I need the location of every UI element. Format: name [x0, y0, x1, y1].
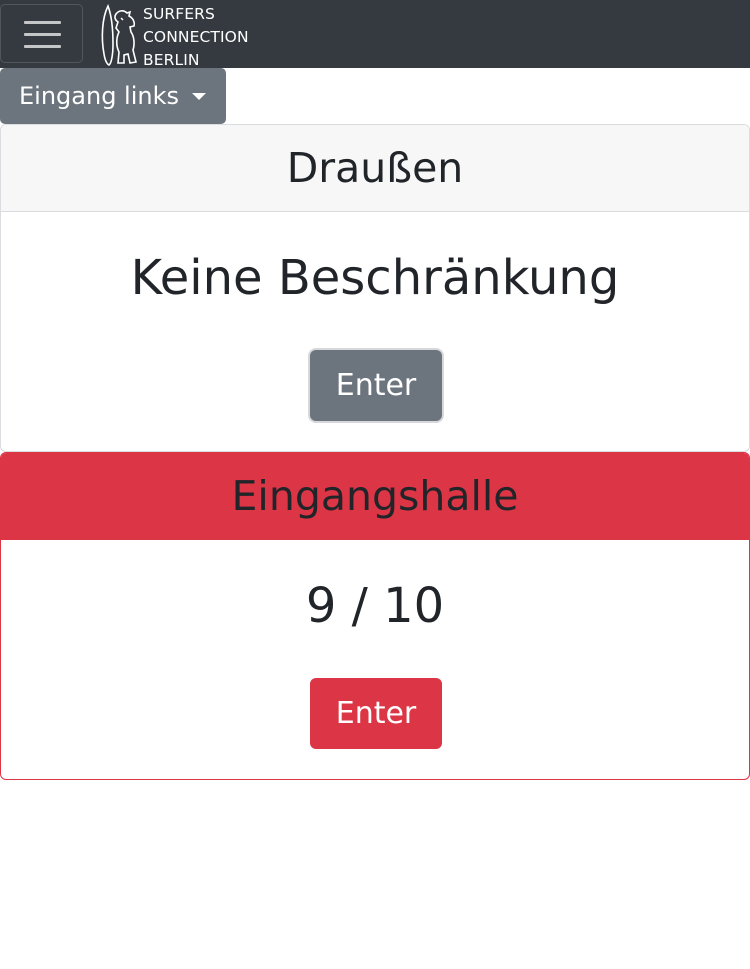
hamburger-icon [24, 21, 61, 24]
hamburger-icon-bar [24, 45, 61, 48]
brand-line-connection: CONNECTION [143, 28, 249, 46]
area-title: Draußen [1, 125, 749, 212]
brand-line-surfers: SURFERS [143, 5, 215, 23]
area-title: Eingangshalle [1, 453, 749, 540]
brand-logo[interactable]: SURFERS CONNECTION BERLIN [99, 4, 254, 69]
entrance-dropdown-button[interactable]: Eingang links [0, 68, 226, 124]
bear-surfboard-logo [101, 4, 137, 66]
area-capacity: 9 / 10 [305, 578, 445, 634]
caret-down-icon [192, 93, 206, 100]
menu-toggle-button[interactable] [0, 4, 83, 63]
brand-name: SURFERS CONNECTION BERLIN [143, 3, 249, 72]
area-card-eingangshalle: Eingangshalle 9 / 10 Enter [0, 452, 750, 780]
entrance-dropdown-label: Eingang links [19, 82, 180, 110]
area-capacity: Keine Beschränkung [130, 250, 620, 306]
area-card-draussen: Draußen Keine Beschränkung Enter [0, 124, 750, 452]
enter-button[interactable]: Enter [310, 678, 442, 749]
hamburger-icon-bar [24, 33, 61, 36]
enter-button[interactable]: Enter [310, 350, 442, 421]
navbar: SURFERS CONNECTION BERLIN [0, 0, 750, 69]
